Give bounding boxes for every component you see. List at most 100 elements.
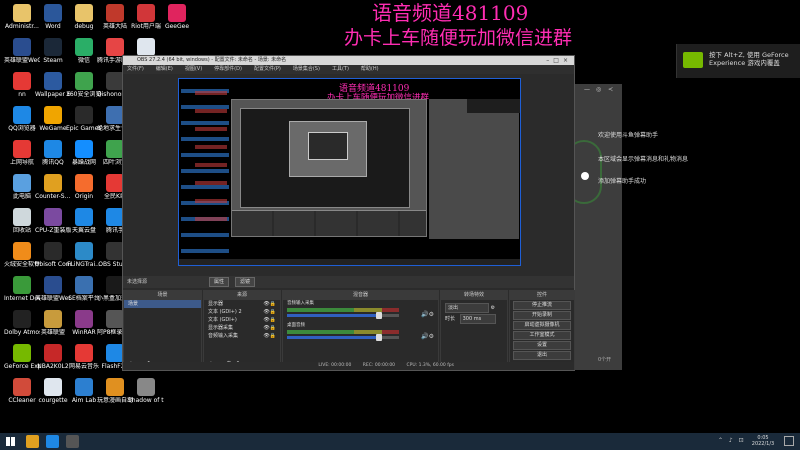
nvidia-logo-icon bbox=[683, 52, 703, 68]
duration-label: 时长 bbox=[445, 316, 456, 322]
source-item-label: 显示器 bbox=[208, 301, 224, 307]
menu-item[interactable]: 视图(V) bbox=[185, 66, 202, 72]
visibility-lock-icon[interactable]: 👁🔒 bbox=[263, 324, 276, 332]
control-button[interactable]: 设置 bbox=[513, 341, 571, 350]
recycle-bin-icon bbox=[13, 208, 31, 226]
volume-fill bbox=[287, 314, 379, 317]
source-item[interactable]: 显示器采集 👁🔒 bbox=[204, 324, 280, 332]
volume-slider[interactable] bbox=[287, 314, 399, 317]
notification-center-icon[interactable] bbox=[784, 436, 794, 446]
menu-item[interactable]: 编辑(E) bbox=[156, 66, 173, 72]
source-item-label: 显示器采集 bbox=[208, 325, 234, 331]
source-item[interactable]: 显示器 👁🔒 bbox=[204, 300, 280, 308]
lol-wegame-icon bbox=[13, 38, 31, 56]
menu-item[interactable]: 帮助(H) bbox=[361, 66, 379, 72]
visibility-lock-icon[interactable]: 👁🔒 bbox=[263, 316, 276, 324]
ccleaner-icon bbox=[13, 378, 31, 396]
mixer-header: 混音器 bbox=[283, 291, 438, 300]
side-footer-text: 0个开 bbox=[598, 357, 612, 363]
geforce-toast[interactable]: 按下 Alt+Z, 使用 GeForce Experience 游戏内覆盖 bbox=[676, 44, 800, 78]
menu-item[interactable]: 场景集合(S) bbox=[293, 66, 320, 72]
steam-icon bbox=[44, 38, 62, 56]
banner-line-2: 办卡上车随便玩加微信进群 bbox=[344, 27, 573, 49]
visibility-lock-icon[interactable]: 👁🔒 bbox=[263, 308, 276, 316]
taskbar-app-1-icon[interactable] bbox=[26, 435, 39, 448]
control-button[interactable]: 工作室模式 bbox=[513, 331, 571, 340]
no-source-label: 未选择源 bbox=[127, 279, 148, 285]
taskbar-app-3-icon[interactable] bbox=[66, 435, 79, 448]
window-controls[interactable]: –□× bbox=[546, 56, 572, 65]
obs-menubar: 文件(F) 编辑(E) 视图(V) 停靠部件(D) 配置文件(P) 场景集合(S) 工具(T… bbox=[123, 65, 574, 74]
aim-lab-icon bbox=[75, 378, 93, 396]
transitions-header: 转场特效 bbox=[441, 291, 507, 300]
obs-docks: 场景 场景 +−⌃⌄ 来源 显示器👁🔒文本 (GDI+) 2👁🔒文本 (GDI+… bbox=[123, 290, 575, 370]
volume-slider[interactable] bbox=[287, 336, 399, 339]
menu-item[interactable]: 停靠部件(D) bbox=[214, 66, 242, 72]
preview-nested-frame bbox=[240, 108, 410, 208]
tencent-qq-icon bbox=[44, 140, 62, 158]
web-nav-icon bbox=[13, 140, 31, 158]
360-browser-icon bbox=[75, 72, 93, 90]
control-button[interactable]: 退出 bbox=[513, 351, 571, 360]
source-item[interactable]: 文本 (GDI+) 2 👁🔒 bbox=[204, 308, 280, 316]
mixer-tracks: 音频输入采集 🔊⚙ 桌面音频 🔊⚙ bbox=[283, 300, 438, 344]
windows-start-icon[interactable] bbox=[6, 437, 15, 446]
menu-item[interactable]: 配置文件(P) bbox=[254, 66, 281, 72]
minimize-icon[interactable]: — bbox=[584, 86, 590, 93]
source-item[interactable]: 音频输入采集 👁🔒 bbox=[204, 332, 280, 340]
obs-statusbar: LIVE: 00:00:00 REC: 00:00:00 CPU: 1.3%, … bbox=[123, 362, 574, 370]
mixer-controls-icon[interactable]: 🔊⚙ bbox=[421, 333, 434, 340]
huorong-icon bbox=[13, 242, 31, 260]
se-archive-icon bbox=[75, 276, 93, 294]
visibility-lock-icon[interactable]: 👁🔒 bbox=[263, 332, 276, 340]
share-icon[interactable]: ≺ bbox=[608, 86, 614, 93]
taskbar-app-2-icon[interactable] bbox=[46, 435, 59, 448]
taskbar-clock[interactable]: 0:05 2022/1/3 bbox=[748, 435, 778, 447]
taskbar: ⌃ ♪ ⊡ 0:05 2022/1/3 bbox=[0, 433, 800, 450]
source-item-label: 文本 (GDI+) 2 bbox=[208, 309, 242, 315]
cpuz-icon bbox=[44, 208, 62, 226]
properties-button[interactable]: 属性 bbox=[209, 277, 230, 287]
desktop-shortcut-label: GeeGee bbox=[164, 23, 190, 30]
mixer-controls-icon[interactable]: 🔊⚙ bbox=[421, 311, 434, 318]
transition-settings-icon[interactable]: ⚙ bbox=[491, 305, 495, 311]
desktop-shortcut[interactable]: GeeGee bbox=[159, 2, 195, 44]
pin-icon[interactable]: ◎ bbox=[596, 86, 602, 93]
scene-item[interactable]: 场景 bbox=[124, 300, 201, 308]
menu-item[interactable]: 工具(T) bbox=[332, 66, 349, 72]
source-item[interactable]: 文本 (GDI+) 👁🔒 bbox=[204, 316, 280, 324]
volume-knob[interactable] bbox=[375, 312, 382, 319]
control-button[interactable]: 停止推流 bbox=[513, 301, 571, 310]
mixer-track-name: 音频输入采集 bbox=[287, 301, 314, 306]
transition-type-select[interactable]: 淡出 ⚙ bbox=[441, 303, 507, 313]
preview-nested-obs bbox=[231, 99, 427, 237]
controls-header: 控件 bbox=[510, 291, 574, 300]
qq-browser-icon bbox=[13, 106, 31, 124]
idm-icon bbox=[13, 276, 31, 294]
wallpaper-engine-icon bbox=[44, 72, 62, 90]
menu-item[interactable]: 文件(F) bbox=[127, 66, 144, 72]
control-button[interactable]: 启动虚拟摄像机 bbox=[513, 321, 571, 330]
preview-desktop-icons-2 bbox=[195, 83, 227, 233]
control-button[interactable]: 开始录制 bbox=[513, 311, 571, 320]
preview-side-panel bbox=[429, 99, 519, 239]
obs-titlebar[interactable]: OBS 27.2.4 (64 bit, windows) - 配置文件: 未命名… bbox=[123, 56, 574, 65]
battlenet-icon bbox=[75, 140, 93, 158]
volume-meter bbox=[287, 308, 399, 312]
hero-game-icon bbox=[106, 4, 124, 22]
obs-window[interactable]: OBS 27.2.4 (64 bit, windows) - 配置文件: 未命名… bbox=[122, 55, 575, 371]
source-item-label: 文本 (GDI+) bbox=[208, 317, 237, 323]
lol-wegame-2-icon bbox=[44, 276, 62, 294]
sources-list: 显示器 👁🔒 文本 (GDI+) 2 👁🔒 文本 (GDI+) 👁🔒 显示器采集 👁🔒 音频输入… bbox=[204, 300, 280, 340]
system-tray[interactable]: ⌃ ♪ ⊡ bbox=[718, 437, 746, 444]
filters-button[interactable]: 滤镜 bbox=[235, 277, 256, 287]
volume-fill bbox=[287, 336, 379, 339]
danmaku-panel bbox=[574, 84, 622, 370]
tencent-mobile-assistant-icon bbox=[106, 38, 124, 56]
duration-input[interactable]: 300 ms bbox=[459, 314, 496, 324]
obs-preview[interactable]: 语音频道481109 办卡上车随便玩加微信进群 bbox=[178, 78, 521, 266]
administrator-icon bbox=[13, 4, 31, 22]
volume-knob[interactable] bbox=[375, 334, 382, 341]
transition-type: 淡出 bbox=[445, 303, 489, 313]
visibility-lock-icon[interactable]: 👁🔒 bbox=[263, 300, 276, 308]
